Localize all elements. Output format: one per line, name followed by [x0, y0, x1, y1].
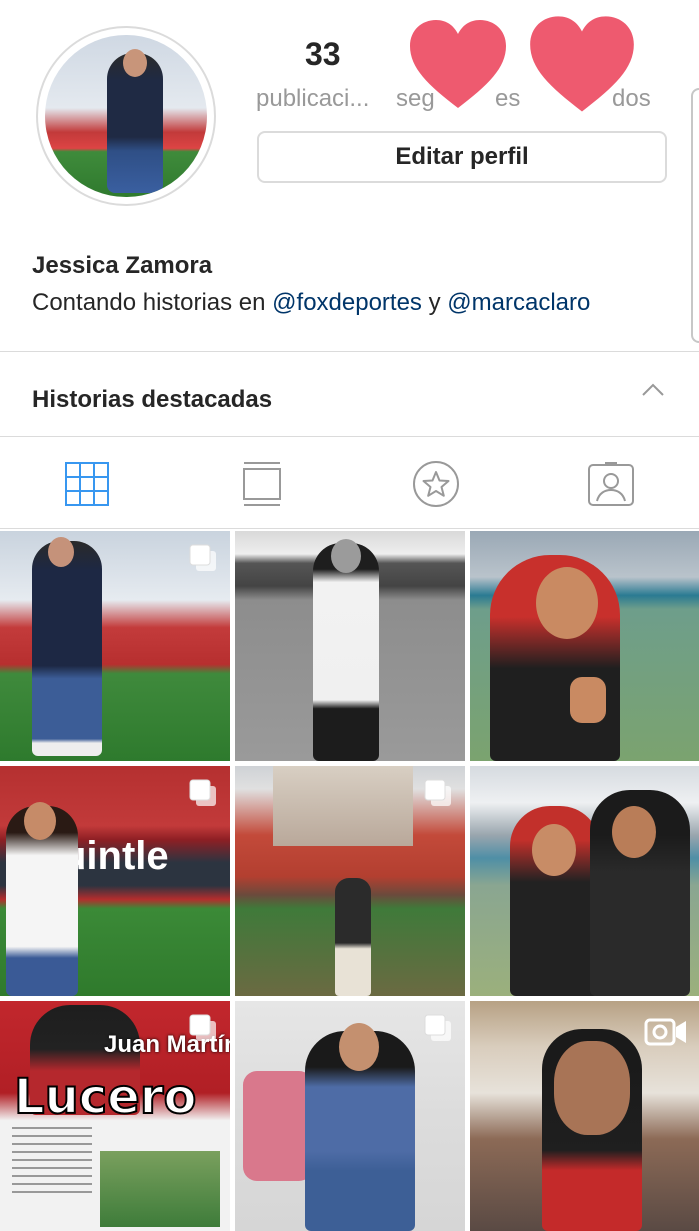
feed-icon	[243, 462, 281, 506]
posts-label[interactable]: publicaci...	[256, 85, 369, 113]
divider	[0, 436, 699, 437]
post-overlay-text: uintle	[62, 834, 169, 878]
post-figure	[313, 543, 379, 761]
post-article-lines	[12, 1127, 92, 1129]
mention-marcaclaro[interactable]: @marcaclaro	[447, 289, 590, 316]
tab-tagged[interactable]	[585, 458, 637, 510]
post-face	[554, 1041, 630, 1135]
post-face	[331, 539, 361, 573]
tab-saved[interactable]	[410, 458, 462, 510]
avatar[interactable]	[45, 35, 207, 197]
grid-post[interactable]	[235, 766, 465, 996]
bio-text: Contando historias en	[32, 289, 273, 316]
post-face	[24, 802, 56, 840]
multiple-photos-icon	[189, 779, 216, 806]
grid-icon	[65, 462, 109, 506]
post-figure	[32, 541, 102, 756]
highlights-title[interactable]: Historias destacadas	[32, 386, 272, 414]
post-face	[532, 824, 576, 876]
post-face	[48, 537, 74, 567]
edit-profile-button[interactable]: Editar perfil	[257, 131, 667, 183]
avatar-face	[123, 49, 147, 77]
video-camera-icon	[644, 1018, 686, 1046]
tab-grid[interactable]	[61, 458, 113, 510]
post-figure	[335, 878, 371, 996]
bio-text-middle: y	[421, 289, 448, 316]
post-face	[339, 1023, 379, 1071]
tab-feed[interactable]	[236, 458, 288, 510]
mention-foxdeportes[interactable]: @foxdeportes	[272, 289, 422, 316]
heart-sticker-left	[410, 20, 506, 108]
multiple-photos-icon	[189, 544, 216, 571]
grid-post[interactable]	[470, 1001, 699, 1231]
multiple-photos-icon	[189, 1014, 216, 1041]
chevron-up-icon[interactable]	[641, 378, 665, 402]
multiple-photos-icon	[424, 1014, 451, 1041]
post-thumb	[570, 677, 606, 723]
post-inset-photo	[100, 1151, 220, 1227]
post-face	[536, 567, 598, 639]
grid-post[interactable]	[235, 531, 465, 761]
divider	[0, 351, 699, 352]
heart-sticker-right	[530, 16, 634, 112]
profile-name: Jessica Zamora	[32, 252, 213, 279]
post-seat	[243, 1071, 313, 1181]
grid-post[interactable]	[0, 531, 230, 761]
grid-post[interactable]	[470, 766, 699, 996]
profile-bio: Contando historias en @foxdeportes y @ma…	[32, 289, 590, 317]
scroll-edge	[691, 88, 699, 343]
post-face	[612, 806, 656, 858]
posts-count[interactable]: 33	[305, 36, 341, 73]
divider	[0, 528, 699, 529]
tagged-icon	[588, 462, 634, 506]
grid-post[interactable]: uintle	[0, 766, 230, 996]
star-icon	[413, 461, 459, 507]
post-overlay-text: Lucero	[13, 1068, 197, 1126]
multiple-photos-icon	[424, 779, 451, 806]
grid-post[interactable]	[470, 531, 699, 761]
grid-post[interactable]: Juan Martín Lucero	[0, 1001, 230, 1231]
post-stadium	[273, 766, 413, 846]
grid-post[interactable]	[235, 1001, 465, 1231]
